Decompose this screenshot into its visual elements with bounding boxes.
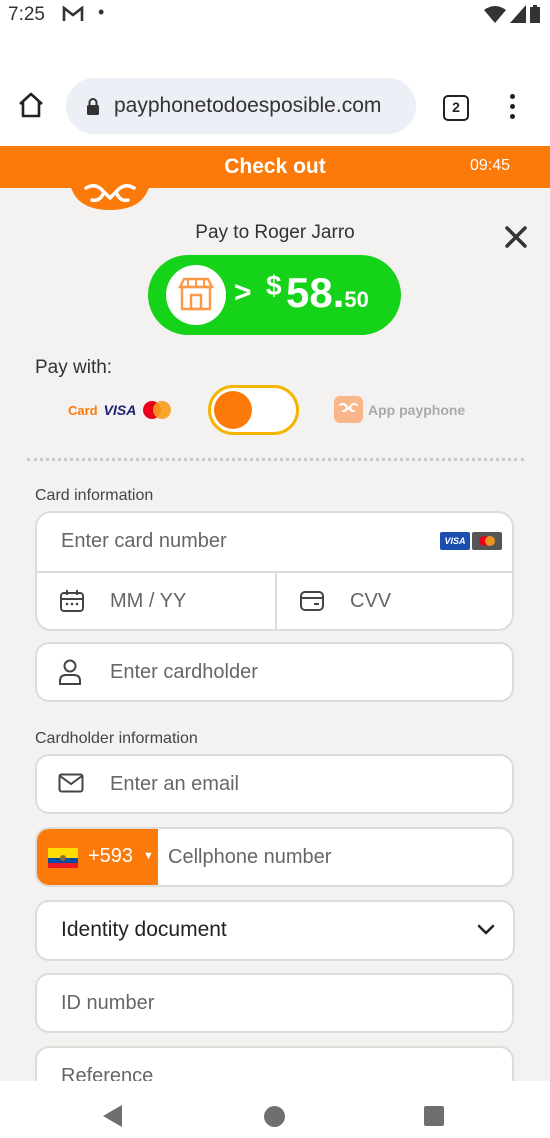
amount-badge: > $ 58.50 [148, 255, 401, 335]
identity-document-select[interactable]: Identity document [35, 900, 515, 961]
card-payment-option[interactable]: Card VISA [68, 400, 172, 420]
home-circle-icon[interactable] [264, 1106, 285, 1127]
store-icon [166, 265, 226, 325]
amount-integer: 58. [286, 269, 345, 316]
tab-switcher-button[interactable]: 2 [443, 95, 469, 121]
reference-input[interactable]: Reference [61, 1065, 153, 1081]
caret-down-icon: ▼ [143, 850, 154, 862]
url-text: payphonetodoesposible.com [114, 94, 382, 117]
card-number-input[interactable]: Enter card number [61, 530, 227, 553]
gmail-icon [62, 5, 84, 27]
cardholder-field[interactable]: Enter cardholder [35, 642, 514, 702]
cellphone-input[interactable]: Cellphone number [168, 846, 331, 869]
card-fields-group: Enter card number VISA MM / YY CVV [35, 511, 514, 631]
notification-dot: • [98, 2, 105, 22]
ecuador-flag-icon [48, 848, 78, 868]
amount-value: $ 58.50 [266, 269, 369, 317]
card-brands: VISA [440, 532, 502, 550]
back-icon[interactable] [103, 1105, 122, 1127]
mastercard-mini-icon [472, 532, 502, 550]
payphone-app-icon [334, 396, 363, 423]
cvv-card-icon [299, 590, 325, 617]
country-code-selector[interactable]: +593 ▼ [37, 829, 158, 885]
visa-mini-logo: VISA [440, 532, 470, 550]
visa-logo: VISA [103, 402, 137, 418]
expiry-input[interactable]: MM / YY [110, 590, 186, 613]
mastercard-icon [143, 401, 172, 419]
system-icons [484, 5, 540, 23]
email-field[interactable]: Enter an email [35, 754, 514, 814]
checkout-page: Check out 09:45 Pay to Roger Jarro > $ 5… [0, 146, 550, 1081]
pay-with-label: Pay with: [35, 357, 113, 378]
address-bar[interactable]: payphonetodoesposible.com [66, 78, 416, 134]
signal-icon [510, 5, 526, 23]
cardholder-info-heading: Cardholder information [35, 730, 198, 747]
amount-arrow: > [234, 276, 252, 309]
wifi-icon [484, 6, 506, 23]
app-payment-option[interactable]: App payphone [334, 396, 465, 423]
field-separator [275, 572, 277, 631]
chevron-down-icon [476, 922, 496, 941]
lock-icon [86, 98, 100, 120]
amount-decimals: 50 [344, 287, 369, 312]
phone-field: +593 ▼ Cellphone number [35, 827, 514, 887]
reference-field[interactable]: Reference [35, 1046, 514, 1081]
country-code: +593 [88, 845, 134, 867]
section-divider [27, 458, 524, 461]
cardholder-input[interactable]: Enter cardholder [110, 661, 258, 684]
toggle-knob [214, 391, 252, 429]
system-nav-bar [0, 1081, 550, 1138]
amount-currency: $ [266, 270, 282, 301]
browser-toolbar: payphonetodoesposible.com 2 [0, 72, 550, 142]
mail-icon [58, 773, 84, 798]
payment-method-toggle[interactable] [208, 385, 299, 435]
id-number-input[interactable]: ID number [61, 992, 154, 1015]
identity-document-value: Identity document [61, 918, 227, 941]
home-icon[interactable] [16, 90, 46, 120]
more-menu-icon[interactable] [505, 94, 519, 122]
email-input[interactable]: Enter an email [110, 773, 239, 796]
payphone-logo-icon [56, 176, 164, 212]
status-bar: 7:25 • [0, 0, 550, 34]
person-icon [58, 659, 82, 690]
payee-label: Pay to Roger Jarro [195, 222, 355, 243]
close-icon[interactable] [503, 224, 529, 250]
cvv-input[interactable]: CVV [350, 590, 391, 613]
battery-icon [530, 5, 540, 23]
card-option-label: Card [68, 402, 98, 418]
recents-icon[interactable] [424, 1106, 444, 1126]
id-number-field[interactable]: ID number [35, 973, 514, 1033]
checkout-timer: 09:45 [469, 157, 510, 174]
card-info-heading: Card information [35, 487, 154, 504]
clock: 7:25 [8, 4, 45, 25]
app-option-label: App payphone [368, 401, 466, 418]
calendar-icon [59, 589, 85, 618]
